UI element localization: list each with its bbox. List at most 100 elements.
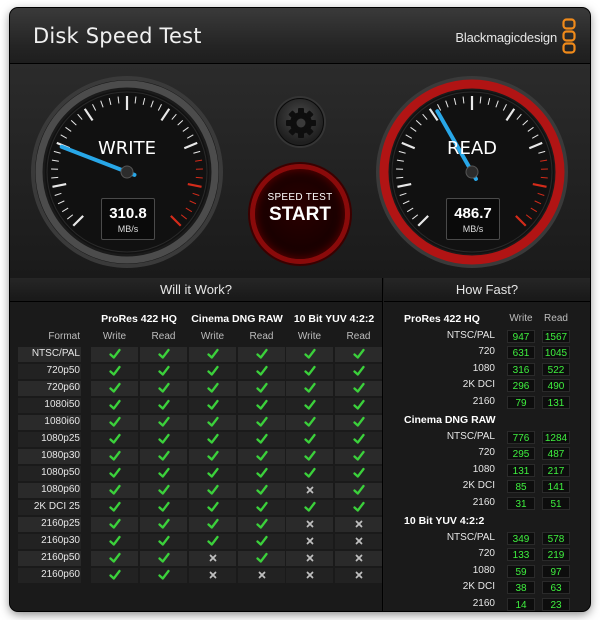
blackmagic-logo-icon (562, 18, 576, 54)
write-gauge-label: WRITE (98, 138, 156, 159)
read-fps-value: 522 (542, 362, 570, 376)
check-icon (157, 399, 170, 410)
check-icon (352, 450, 365, 461)
write-gauge-tick (195, 176, 203, 179)
check-icon (303, 450, 316, 461)
app-title: Disk Speed Test (33, 24, 202, 48)
settings-button[interactable] (276, 98, 324, 146)
write-speed-value: 310.8 (109, 205, 147, 222)
check-icon (157, 484, 170, 495)
gauge-area: WRITE 310.8 MB/s SPEED TEST START READ 4… (10, 64, 590, 278)
check-icon (255, 399, 268, 410)
write-speed-readout: 310.8 MB/s (101, 198, 155, 240)
start-button-label: START (269, 204, 331, 225)
check-icon (157, 518, 170, 529)
check-icon (255, 467, 268, 478)
check-icon (157, 501, 170, 512)
will-it-work-title: Will it Work? (10, 278, 382, 302)
check-icon (352, 348, 365, 359)
start-button[interactable]: SPEED TEST START (250, 164, 350, 264)
check-icon (303, 467, 316, 478)
read-fps-value: 490 (542, 379, 570, 393)
check-icon (352, 433, 365, 444)
column-subheader: Read (151, 331, 176, 342)
read-fps-value: 51 (542, 496, 570, 510)
read-fps-value: 487 (542, 447, 570, 461)
check-icon (255, 433, 268, 444)
check-icon (108, 433, 121, 444)
resolution-label: 2K DCI (462, 379, 495, 391)
format-row-label: 2160p25 (41, 518, 80, 529)
read-gauge: READ 486.7 MB/s (374, 74, 570, 270)
check-icon (108, 348, 121, 359)
read-gauge-hub (465, 165, 479, 179)
read-fps-value: 1284 (542, 431, 570, 444)
will-it-work-panel: Will it Work? Format ProRes 422 HQ Write Re… (10, 278, 383, 611)
check-icon (352, 467, 365, 478)
resolution-label: 2K DCI (462, 581, 495, 593)
start-button-caption: SPEED TEST (267, 192, 333, 203)
read-fps-value: 97 (542, 564, 570, 578)
read-fps-value: 23 (542, 597, 570, 611)
check-icon (157, 433, 170, 444)
check-icon (206, 535, 219, 546)
read-gauge-dial (376, 76, 568, 268)
check-icon (108, 501, 121, 512)
gear-icon (286, 108, 316, 138)
write-gauge-tick (51, 176, 59, 179)
check-icon (303, 433, 316, 444)
check-icon (108, 552, 121, 563)
check-icon (157, 467, 170, 478)
check-icon (303, 416, 316, 427)
format-row-label: 720p50 (46, 365, 80, 376)
cross-icon (209, 554, 216, 562)
check-icon (303, 382, 316, 393)
codec-group-title: ProRes 422 HQ (404, 313, 480, 325)
check-icon (108, 399, 121, 410)
disk-speed-test-window: Disk Speed Test Blackmagicdesign WRITE 3… (10, 8, 590, 611)
write-fps-value: 31 (507, 496, 535, 510)
codec-group-header: 10 Bit YUV 4:2:2 (293, 313, 375, 325)
resolution-label: 720 (478, 548, 495, 560)
format-row-label: 1080p25 (41, 433, 80, 444)
brand-name: Blackmagicdesign (455, 30, 557, 45)
codec-group-header: Cinema DNG RAW (191, 313, 283, 325)
format-row-label: 2K DCI 25 (33, 501, 80, 512)
cross-icon (209, 571, 216, 579)
check-icon (206, 382, 219, 393)
check-icon (108, 382, 121, 393)
column-subheader: Read (249, 331, 274, 342)
format-row-label: 720p60 (46, 382, 80, 393)
check-icon (303, 399, 316, 410)
resolution-label: NTSC/PAL (446, 431, 495, 442)
check-icon (157, 450, 170, 461)
cross-icon (355, 537, 362, 545)
check-icon (352, 399, 365, 410)
check-icon (206, 399, 219, 410)
check-icon (255, 518, 268, 529)
cross-icon (306, 537, 313, 545)
resolution-label: 1080 (472, 362, 495, 374)
column-subheader: Read (346, 331, 371, 342)
check-icon (206, 518, 219, 529)
cross-icon (306, 520, 313, 528)
check-icon (108, 518, 121, 529)
write-fps-value: 296 (507, 379, 535, 393)
check-icon (352, 382, 365, 393)
check-icon (108, 484, 121, 495)
check-icon (206, 467, 219, 478)
read-gauge-label: READ (446, 138, 498, 159)
resolution-label: 2160 (472, 496, 495, 508)
resolution-label: 1080 (472, 463, 495, 475)
read-fps-value: 131 (542, 395, 570, 409)
title-bar[interactable]: Disk Speed Test Blackmagicdesign (10, 8, 590, 64)
write-speed-unit: MB/s (117, 224, 139, 234)
read-fps-value: 63 (542, 581, 570, 595)
write-fps-value: 349 (507, 532, 535, 545)
check-icon (255, 484, 268, 495)
read-fps-value: 219 (542, 548, 570, 562)
format-row-label: 1080p30 (41, 450, 80, 461)
read-gauge-tick (540, 176, 548, 179)
check-icon (303, 348, 316, 359)
check-icon (157, 569, 170, 580)
